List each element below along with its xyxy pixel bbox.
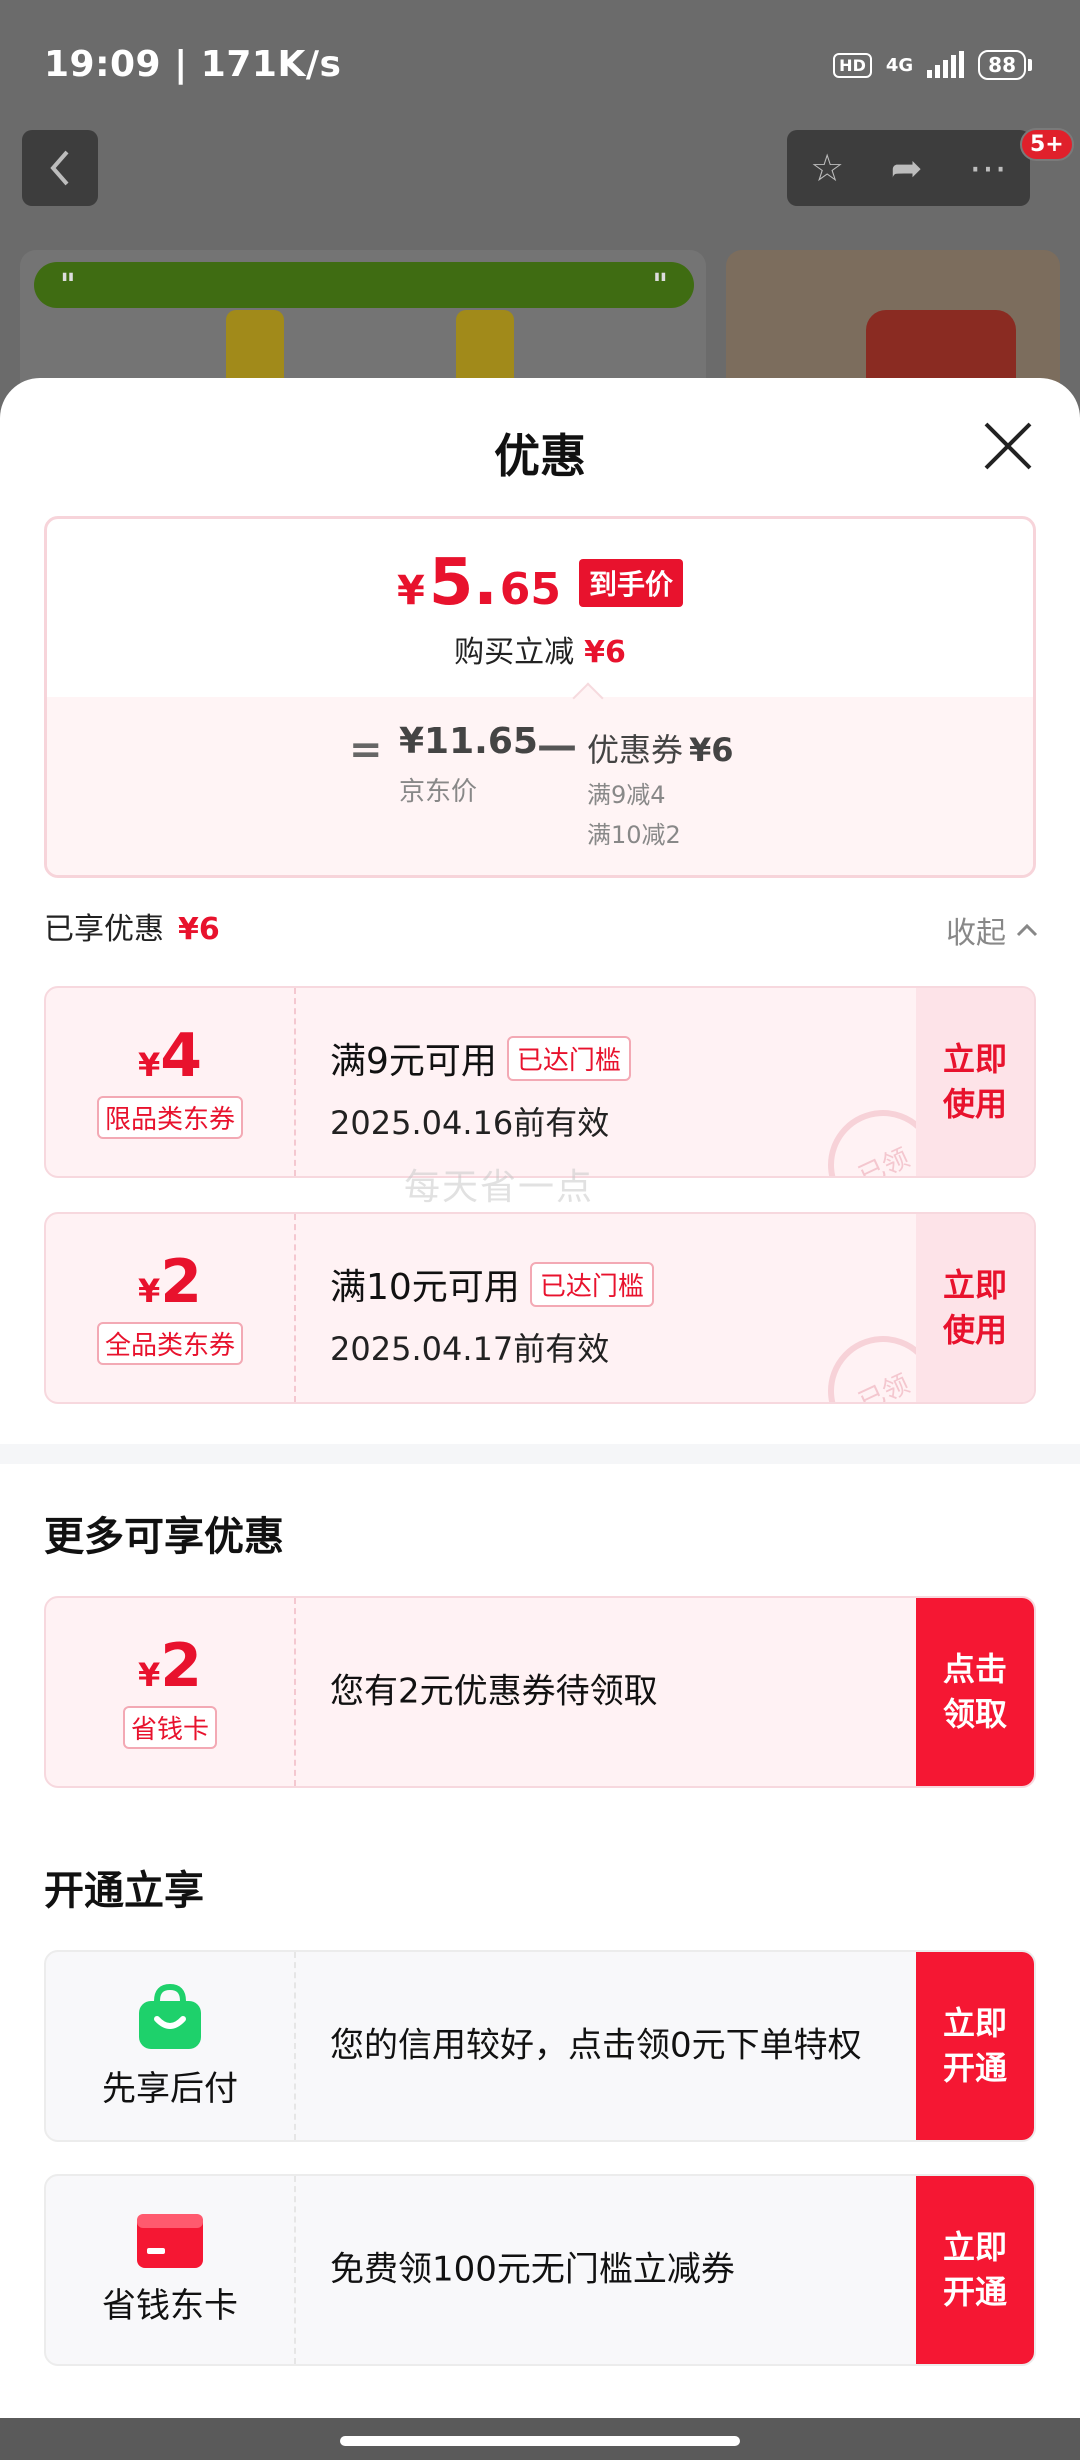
home-indicator[interactable] [340,2436,740,2446]
use-now-button[interactable]: 立即 使用 [916,988,1034,1176]
jd-price-label: 京东价 [399,777,478,807]
watermark-text: 每天省一点 [404,1167,595,1208]
threshold-badge: 已达门槛 [529,1261,654,1307]
status-icons: HD 4G 88 [833,50,1032,80]
claim-button[interactable]: 点击 领取 [916,1598,1034,1786]
coupon-detail: 满9减4 [587,781,666,809]
top-toolbar: ☆ ➦ ⋯ [787,130,1030,206]
star-icon[interactable]: ☆ [810,149,844,187]
more-icon[interactable]: ⋯ [969,149,1007,187]
final-price: ¥ 5. 65 到手价 [47,551,1033,615]
pay-later-offer: 先享后付 您的信用较好，点击领0元下单特权 立即 开通 [44,1950,1036,2142]
coupon-type: 限品类东券 [96,1096,243,1139]
offer-name: 省钱东卡 [102,2285,238,2326]
share-icon[interactable]: ➦ [891,149,923,187]
offer-name: 先享后付 [102,2068,238,2109]
coupon-validity: 2025.04.16前有效 [330,1104,610,1142]
cart-badge: 5+ [1020,128,1074,161]
coupon-type: 全品类东券 [96,1322,243,1365]
coupon-total: 优惠券 ¥6 [587,731,734,769]
savings-card-offer: 省钱东卡 免费领100元无门槛立减券 立即 开通 [44,2174,1036,2366]
chevron-up-icon [1016,923,1038,937]
chevron-left-icon [50,150,69,186]
battery-icon: 88 [978,50,1032,80]
coupon-validity: 2025.04.17前有效 [330,1330,610,1368]
jd-price: ¥11.65 [399,721,538,762]
coupon-condition: 满9元可用 [330,1041,497,1082]
price-summary: ¥ 5. 65 到手价 购买立减 ¥6 = ¥11.65 京东价 — 优惠券 ¥6 … [44,516,1036,878]
sheet-title: 优惠 [494,429,586,483]
offer-text: 您有2元优惠券待领取 [330,1671,658,1712]
buy-reduce: 购买立减 ¥6 [454,635,626,670]
status-time-speed: 19:09 | 171K/s [44,44,342,85]
section-title: 更多可享优惠 [44,1514,284,1560]
section-divider [0,1444,1080,1464]
section-title: 开通立享 [44,1868,204,1914]
offer-text: 您的信用较好，点击领0元下单特权 [330,2025,862,2066]
back-button[interactable] [22,130,98,206]
signal-icon [927,51,965,78]
enjoyed-discount: 已享优惠 ¥6 [44,912,220,947]
offer-text: 免费领100元无门槛立减券 [330,2249,735,2290]
threshold-badge: 已达门槛 [506,1035,631,1081]
close-icon[interactable] [980,418,1036,474]
shopping-bag-icon [139,1983,201,2049]
coupon-amount: ¥2 [137,1247,202,1317]
coupon-amount: ¥4 [137,1021,202,1091]
product-banner: " " [34,262,694,308]
coupon-condition: 满10元可用 [330,1267,520,1308]
coupon-card: ¥4 限品类东券 满9元可用 已达门槛 2025.04.16前有效 已领 立即 使… [44,986,1036,1178]
network-label: 4G [885,54,914,76]
hd-badge: HD [833,52,872,78]
open-now-button[interactable]: 立即 开通 [916,1952,1034,2140]
battery-level: 88 [978,50,1026,80]
final-price-tag: 到手价 [578,559,683,607]
price-breakdown: = ¥11.65 京东价 — 优惠券 ¥6 满9减4 满10减2 [47,697,1033,875]
card-icon [137,2213,203,2268]
coupon-card: ¥2 全品类东券 满10元可用 已达门槛 2025.04.17前有效 已领 立即 … [44,1212,1036,1404]
coupon-amount: ¥2 [137,1631,202,1701]
use-now-button[interactable]: 立即 使用 [916,1214,1034,1402]
open-now-button[interactable]: 立即 开通 [916,2176,1034,2364]
discount-sheet: 优惠 ¥ 5. 65 到手价 购买立减 ¥6 = ¥11.65 京东价 — 优惠券… [0,378,1080,2418]
collapse-button[interactable]: 收起 [946,908,1038,952]
coupon-detail: 满10减2 [587,821,681,849]
savings-card-offer: ¥2 省钱卡 您有2元优惠券待领取 点击 领取 [44,1596,1036,1788]
coupon-type: 省钱卡 [122,1706,217,1749]
